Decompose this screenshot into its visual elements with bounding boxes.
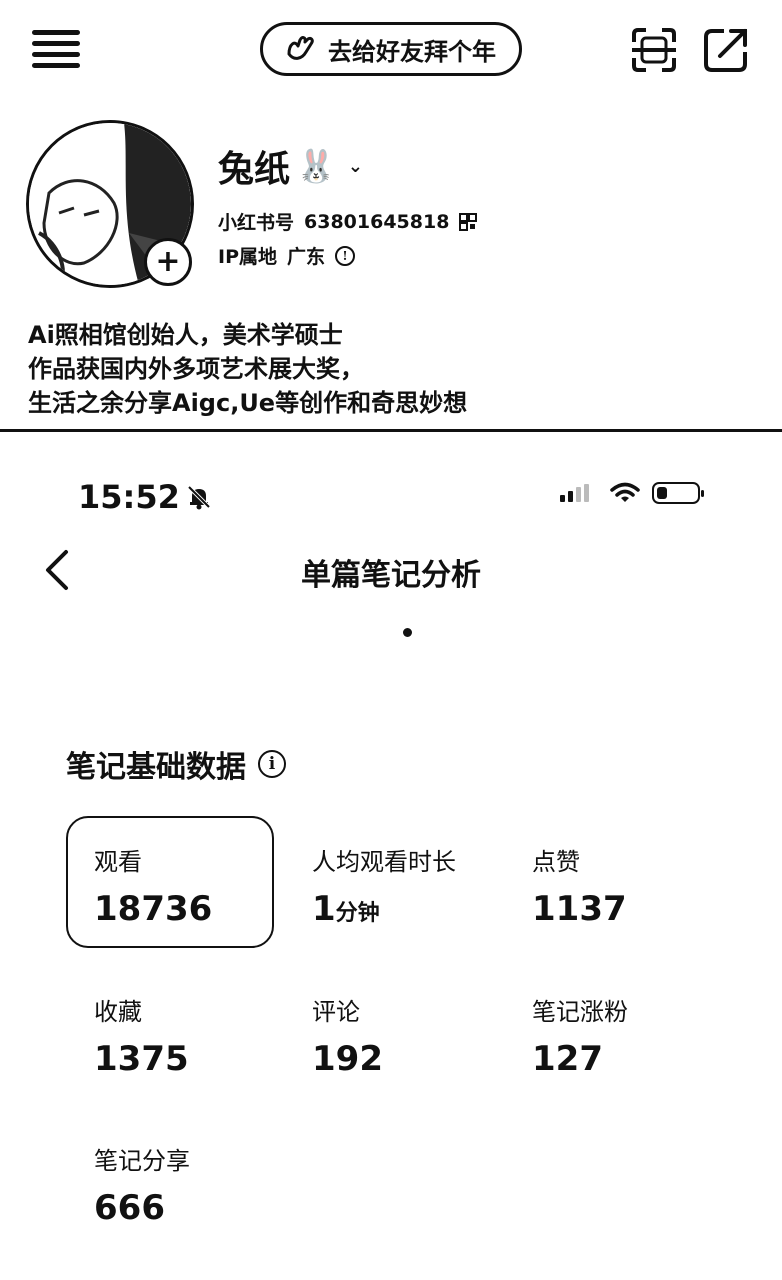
metric-followers-gained[interactable]: 笔记涨粉 127 <box>532 992 628 1079</box>
red-id-row: 小红书号 63801645818 <box>218 208 478 235</box>
status-time-text: 15:52 <box>78 478 180 516</box>
page-title: 单篇笔记分析 <box>301 558 481 593</box>
mute-bell-icon <box>187 485 211 510</box>
metric-likes[interactable]: 点赞 1137 <box>532 842 627 929</box>
ip-row: IP属地 广东 ! <box>218 242 356 269</box>
signal-icon <box>560 484 589 502</box>
metric-label: 观看 <box>94 848 142 876</box>
metric-label: 点赞 <box>532 848 580 876</box>
username[interactable]: 兔纸 🐰 ⌄ <box>218 140 363 192</box>
ip-value: 广东 <box>287 246 326 268</box>
metric-avg-watch-time[interactable]: 人均观看时长 1分钟 <box>312 842 456 929</box>
wifi-icon <box>610 482 640 502</box>
menu-icon[interactable] <box>32 30 80 68</box>
bio-line: 生活之余分享Aigc,Ue等创作和奇思妙想 <box>28 389 468 417</box>
greet-button-label: 去给好友拜个年 <box>328 37 496 66</box>
add-icon[interactable]: + <box>144 238 192 286</box>
metric-comments[interactable]: 评论 192 <box>312 992 383 1079</box>
metric-value: 127 <box>532 1039 603 1079</box>
red-id-value: 63801645818 <box>304 210 450 233</box>
metric-value: 18736 <box>94 889 213 929</box>
metric-label: 评论 <box>312 998 360 1026</box>
scan-icon[interactable] <box>630 26 678 74</box>
metric-label: 笔记分享 <box>94 1147 190 1175</box>
ip-label: IP属地 <box>218 246 277 268</box>
bunny-emoji: 🐰 <box>296 147 336 185</box>
metric-value: 192 <box>312 1039 383 1079</box>
status-time: 15:52 <box>78 478 212 516</box>
bio-line: 作品获国内外多项艺术展大奖， <box>28 355 364 383</box>
metric-value: 666 <box>94 1188 165 1228</box>
metric-label: 笔记涨粉 <box>532 998 628 1026</box>
section-title-text: 笔记基础数据 <box>66 750 246 785</box>
metric-collects[interactable]: 收藏 1375 <box>94 992 189 1079</box>
metric-value: 1分钟 <box>312 889 380 929</box>
ip-info-icon[interactable]: ! <box>335 245 356 266</box>
red-id-label: 小红书号 <box>218 212 295 234</box>
metric-views[interactable]: 观看 18736 <box>94 842 212 929</box>
username-text: 兔纸 <box>218 149 291 190</box>
battery-icon <box>652 482 704 504</box>
metric-shares[interactable]: 笔记分享 666 <box>94 1141 190 1228</box>
page-indicator-dot <box>403 628 412 637</box>
chevron-down-icon[interactable]: ⌄ <box>348 156 363 177</box>
wave-hand-icon <box>287 36 314 60</box>
metric-value: 1137 <box>532 889 627 929</box>
metric-label: 人均观看时长 <box>312 848 456 876</box>
bio: Ai照相馆创始人，美术学硕士 作品获国内外多项艺术展大奖， 生活之余分享Aigc… <box>28 318 467 420</box>
status-icons <box>558 482 704 504</box>
qr-icon[interactable] <box>459 212 478 231</box>
info-icon[interactable]: i <box>258 750 286 778</box>
section-divider <box>0 429 782 432</box>
bio-line: Ai照相馆创始人，美术学硕士 <box>28 321 343 349</box>
share-icon[interactable] <box>702 26 750 74</box>
section-title: 笔记基础数据 i <box>66 742 286 786</box>
greet-friends-button[interactable]: 去给好友拜个年 <box>260 22 522 76</box>
metric-value: 1375 <box>94 1039 189 1079</box>
metric-label: 收藏 <box>94 998 142 1026</box>
